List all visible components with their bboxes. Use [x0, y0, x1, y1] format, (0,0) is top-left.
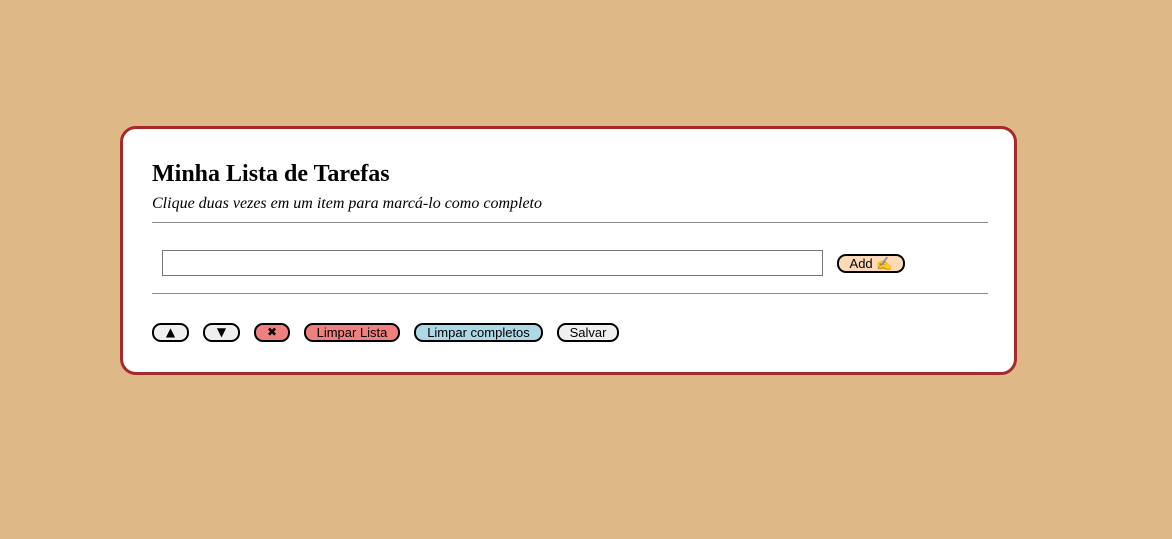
divider-bottom: [152, 293, 988, 294]
clear-list-button[interactable]: Limpar Lista: [304, 323, 400, 342]
remove-item-button[interactable]: ✖: [254, 323, 290, 342]
page-subtitle: Clique duas vezes em um item para marcá-…: [152, 195, 542, 212]
move-up-button[interactable]: ▲: [152, 323, 189, 342]
task-input[interactable]: [162, 250, 823, 276]
move-down-button[interactable]: ▼: [203, 323, 240, 342]
todo-card: Minha Lista de Tarefas Clique duas vezes…: [120, 126, 1017, 375]
clear-completed-button[interactable]: Limpar completos: [414, 323, 543, 342]
divider-top: [152, 222, 988, 223]
page-title: Minha Lista de Tarefas: [152, 161, 390, 187]
add-button[interactable]: Add ✍: [837, 254, 905, 273]
save-button[interactable]: Salvar: [557, 323, 619, 342]
